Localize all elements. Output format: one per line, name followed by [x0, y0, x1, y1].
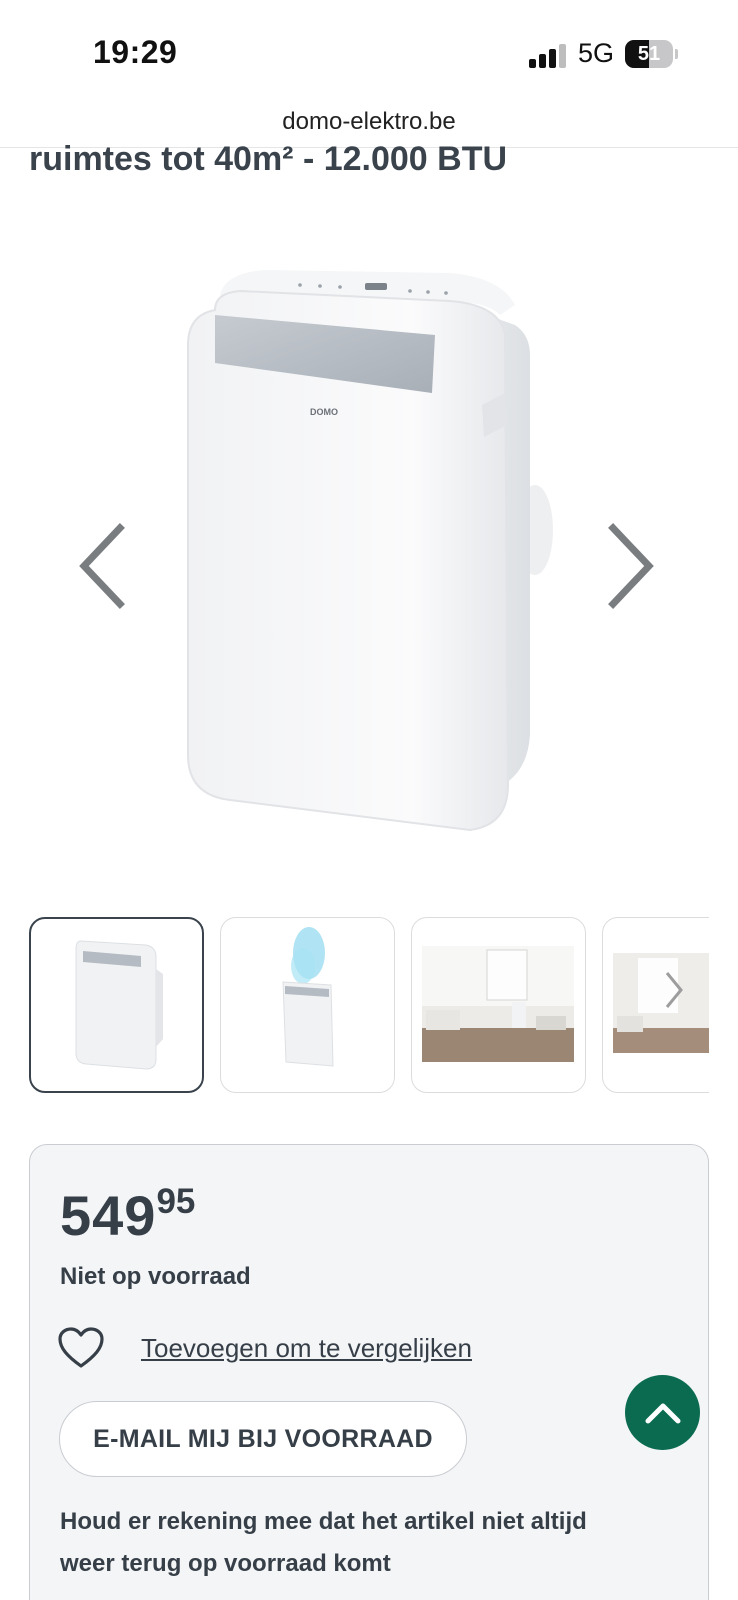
network-type: 5G [578, 38, 615, 68]
chevron-right-icon [608, 523, 654, 609]
thumbnail-3[interactable] [411, 917, 586, 1093]
battery-tip [675, 49, 678, 59]
brand-logo-text: DOMO [310, 407, 338, 417]
stock-notice: Houd er rekening mee dat het artikel nie… [60, 1508, 587, 1577]
price-cents: 95 [156, 1182, 196, 1221]
thumbnail-4[interactable] [602, 917, 709, 1093]
email-me-when-in-stock-button[interactable]: E-MAIL MIJ BIJ VOORRAAD [59, 1401, 467, 1477]
product-image[interactable]: DOMO [170, 265, 570, 865]
price-card: 54995 Niet op voorraad Toevoegen om te v… [29, 1144, 709, 1600]
battery-icon: 51 [625, 40, 673, 68]
gallery-next-button[interactable] [605, 522, 665, 622]
thumbnail-2[interactable] [220, 917, 395, 1093]
price: 54995 [60, 1182, 196, 1248]
clock: 19:29 [93, 34, 178, 70]
signal-icon [529, 42, 569, 68]
heart-icon[interactable] [57, 1326, 105, 1370]
compare-link[interactable]: Toevoegen om te vergelijken [141, 1333, 472, 1364]
address-bar[interactable]: domo-elektro.be [0, 108, 738, 136]
price-euros: 549 [60, 1184, 157, 1247]
scroll-to-top-button[interactable] [625, 1375, 700, 1450]
status-bar: 19:29 5G 51 [0, 0, 738, 100]
gallery-prev-button[interactable] [72, 522, 132, 622]
stock-status: Niet op voorraad [60, 1263, 251, 1290]
thumbnail-strip[interactable] [29, 917, 709, 1093]
battery-percent: 51 [637, 43, 661, 65]
chevron-left-icon [79, 523, 125, 609]
thumbnail-1[interactable] [29, 917, 204, 1093]
chevron-up-icon [645, 1403, 681, 1424]
product-title: ruimtes tot 40m² - 12.000 BTU [29, 140, 508, 178]
